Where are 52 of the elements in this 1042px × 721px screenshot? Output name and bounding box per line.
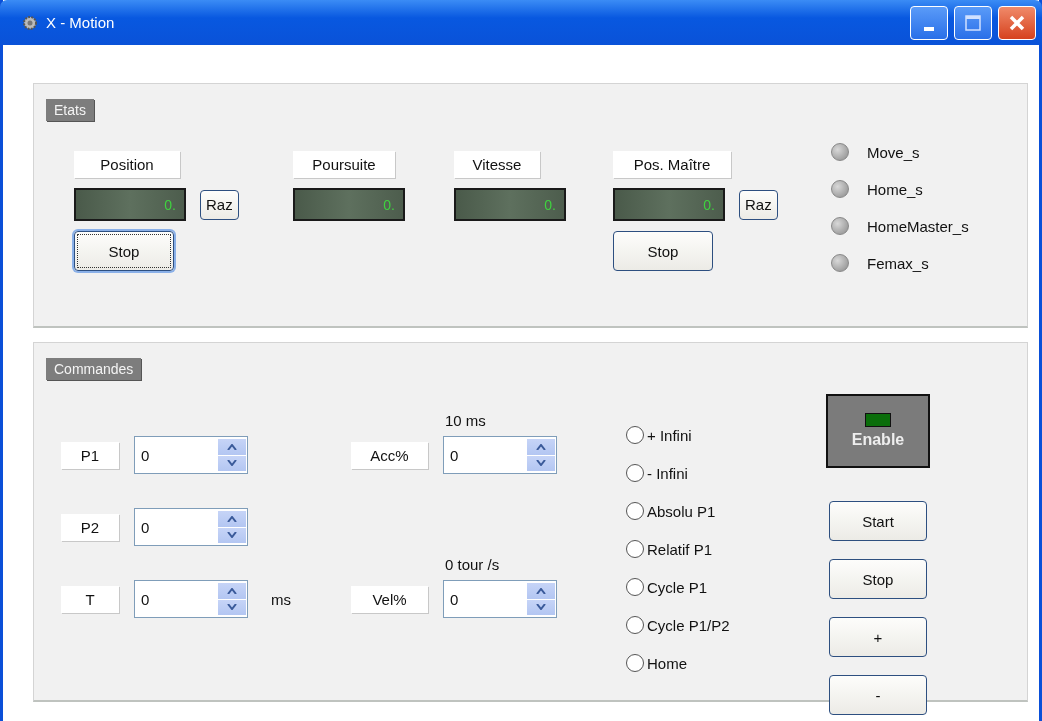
radio-button[interactable] bbox=[626, 540, 644, 558]
field-label: T bbox=[61, 585, 119, 613]
unit-label: ms bbox=[270, 590, 291, 608]
reset-button[interactable]: Raz bbox=[200, 189, 239, 220]
command-button[interactable]: Start bbox=[829, 501, 927, 541]
value-display: 0. bbox=[74, 188, 186, 221]
radio-label: Home bbox=[647, 654, 687, 672]
minimize-icon bbox=[924, 26, 934, 31]
led-label: Femax_s bbox=[867, 254, 929, 272]
radio-button[interactable] bbox=[626, 578, 644, 596]
command-button[interactable]: - bbox=[829, 675, 927, 715]
panel-title: Etats bbox=[46, 99, 94, 121]
stop-button[interactable]: Stop bbox=[74, 231, 174, 271]
enable-button[interactable]: Enable bbox=[826, 394, 930, 468]
radio-button[interactable] bbox=[626, 426, 644, 444]
radio-button[interactable] bbox=[626, 616, 644, 634]
close-button[interactable] bbox=[998, 5, 1036, 40]
field-label: Vitesse bbox=[454, 151, 540, 178]
radio-label: + Infini bbox=[647, 426, 692, 444]
value-display: 0. bbox=[454, 188, 566, 221]
window-title: X - Motion bbox=[46, 14, 116, 31]
field-label: Acc% bbox=[351, 441, 428, 469]
field-label: P1 bbox=[61, 441, 119, 469]
field-label: P2 bbox=[61, 513, 119, 541]
radio-label: Absolu P1 bbox=[647, 502, 716, 520]
radio-button[interactable] bbox=[626, 502, 644, 520]
led-label: HomeMaster_s bbox=[867, 217, 969, 235]
led-label: Home_s bbox=[867, 180, 923, 198]
command-button[interactable]: Stop bbox=[829, 559, 927, 599]
field-label: Vel% bbox=[351, 585, 428, 613]
command-button[interactable]: + bbox=[829, 617, 927, 657]
led-label: Move_s bbox=[867, 143, 920, 161]
radio-label: Cycle P1/P2 bbox=[647, 616, 730, 634]
radio-label: - Infini bbox=[647, 464, 688, 482]
value-caption: 10 ms bbox=[444, 412, 487, 431]
radio-button[interactable] bbox=[626, 654, 644, 672]
radio-label: Relatif P1 bbox=[647, 540, 713, 558]
reset-button[interactable]: Raz bbox=[739, 189, 778, 220]
panel-title: Commandes bbox=[46, 358, 142, 380]
radio-label: Cycle P1 bbox=[647, 578, 708, 596]
enable-label: Enable bbox=[851, 431, 905, 449]
maximize-button[interactable] bbox=[954, 5, 992, 40]
radio-button[interactable] bbox=[626, 464, 644, 482]
field-label: Pos. Maître bbox=[613, 151, 731, 178]
value-display: 0. bbox=[293, 188, 405, 221]
value-caption: 0 tour /s bbox=[444, 556, 501, 575]
stop-button[interactable]: Stop bbox=[613, 231, 713, 271]
gear-icon bbox=[22, 14, 38, 31]
field-label: Position bbox=[74, 151, 180, 178]
value-display: 0. bbox=[613, 188, 725, 221]
minimize-button[interactable] bbox=[910, 5, 948, 40]
field-label: Poursuite bbox=[293, 151, 395, 178]
